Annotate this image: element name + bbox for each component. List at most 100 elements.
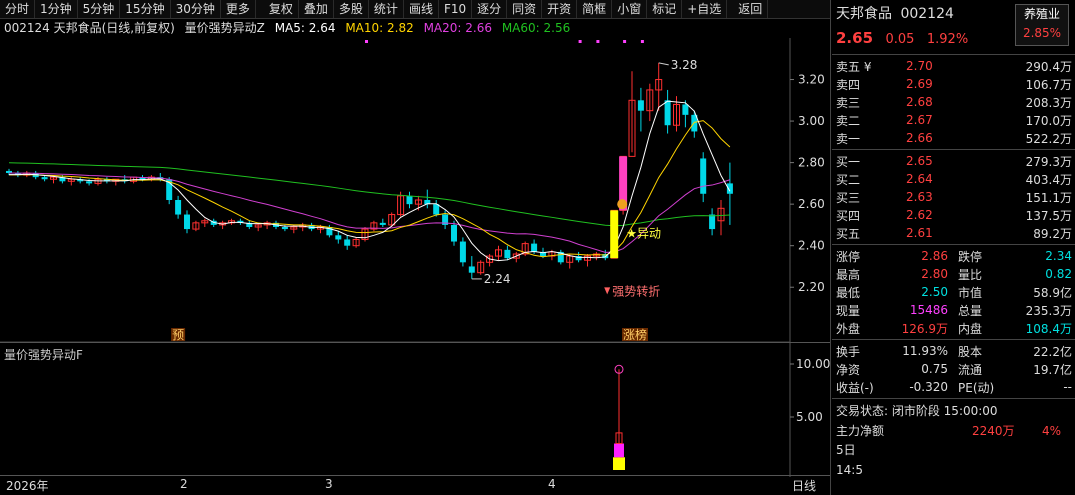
asks-row[interactable]: 卖三 2.68 208.3万 bbox=[836, 93, 1072, 111]
toolbar-tool-3[interactable]: 统计 bbox=[369, 0, 404, 18]
toolbar-tool-9[interactable]: 简框 bbox=[577, 0, 613, 18]
ma10-value: MA10: 2.82 bbox=[345, 21, 414, 35]
toolbar-tool-1[interactable]: 叠加 bbox=[299, 0, 334, 18]
candle-body bbox=[335, 235, 342, 240]
bids-price: 2.65 bbox=[906, 154, 933, 168]
toolbar-tool-10[interactable]: 小窗 bbox=[612, 0, 648, 18]
time-label: 14:5 bbox=[836, 463, 863, 477]
y-tick-label: 3.20 bbox=[798, 73, 825, 87]
stat-label: 收益(-) bbox=[836, 380, 874, 395]
bid-table: 买一 2.65 279.3万 买二 2.64 403.4万 买三 2.63 151.… bbox=[836, 152, 1072, 242]
toolbar-tool-11[interactable]: 标记 bbox=[647, 0, 683, 18]
x-label-daily[interactable]: 日线 bbox=[792, 477, 816, 494]
bids-row[interactable]: 买四 2.62 137.5万 bbox=[836, 206, 1072, 224]
stat-label: PE(动) bbox=[958, 380, 995, 395]
stock-name: 天邦食品 bbox=[836, 6, 892, 22]
toolbar-period-4[interactable]: 30分钟 bbox=[171, 0, 221, 18]
day5-label[interactable]: 5日 bbox=[832, 441, 1075, 459]
toolbar-tool-7[interactable]: 同资 bbox=[507, 0, 543, 18]
asks-row[interactable]: 卖一 2.66 522.2万 bbox=[836, 129, 1072, 147]
stat-label: 量比 bbox=[958, 267, 983, 282]
bids-price: 2.64 bbox=[906, 172, 933, 186]
asks-row[interactable]: 卖二 2.67 170.0万 bbox=[836, 111, 1072, 129]
sub-tick-label: 5.00 bbox=[796, 410, 823, 424]
main-flow-label: 主力净额 bbox=[836, 424, 885, 438]
bids-label: 买四 bbox=[836, 208, 861, 223]
stat-label: 外盘 bbox=[836, 321, 861, 336]
indicator-name[interactable]: 量价强势异动Z bbox=[185, 21, 265, 35]
asks-row[interactable]: 卖四 2.69 106.7万 bbox=[836, 75, 1072, 93]
stat-label: 跌停 bbox=[958, 249, 983, 264]
sep bbox=[832, 244, 1075, 245]
stat-label: 换手 bbox=[836, 344, 861, 359]
bids-row[interactable]: 买五 2.61 89.2万 bbox=[836, 224, 1072, 242]
asks-price: 2.68 bbox=[906, 95, 933, 109]
asks-volume: 290.4万 bbox=[1025, 59, 1072, 74]
sub-indicator-chart[interactable]: 10.00 5.00 bbox=[0, 342, 830, 477]
bids-volume: 403.4万 bbox=[1025, 172, 1072, 187]
asks-volume: 522.2万 bbox=[1025, 131, 1072, 146]
toolbar-tool-0[interactable]: 复权 bbox=[264, 0, 299, 18]
bids-row[interactable]: 买二 2.64 403.4万 bbox=[836, 170, 1072, 188]
asks-row[interactable]: 卖五 ¥ 2.70 290.4万 bbox=[836, 57, 1072, 75]
main-flow-row: 主力净额 2240万 4% bbox=[832, 421, 1075, 441]
sub-tick-label: 10.00 bbox=[796, 357, 830, 371]
toolbar-period-2[interactable]: 5分钟 bbox=[78, 0, 121, 18]
ask-table: 卖五 ¥ 2.70 290.4万 卖四 2.69 106.7万 卖三 2.68 20… bbox=[836, 57, 1072, 147]
candle-body bbox=[726, 183, 733, 194]
bids-price: 2.63 bbox=[906, 190, 933, 204]
bids-volume: 151.1万 bbox=[1025, 190, 1072, 205]
toolbar-tool-2[interactable]: 多股 bbox=[334, 0, 369, 18]
toolbar-tool-12[interactable]: +自选 bbox=[682, 0, 728, 18]
stat-label: 内盘 bbox=[958, 321, 983, 336]
top-dot bbox=[365, 40, 368, 43]
bids-row[interactable]: 买三 2.63 151.1万 bbox=[836, 188, 1072, 206]
main-flow-value: 2240万 bbox=[972, 424, 1015, 438]
candle-body bbox=[459, 241, 466, 263]
asks-volume: 170.0万 bbox=[1025, 113, 1072, 128]
sep bbox=[832, 339, 1075, 340]
toolbar-tool-4[interactable]: 画线 bbox=[404, 0, 439, 18]
toolbar-tool-5[interactable]: F10 bbox=[439, 0, 473, 18]
ma20-value: MA20: 2.66 bbox=[423, 21, 492, 35]
toolbar-period-5[interactable]: 更多 bbox=[221, 0, 256, 18]
toolbar-period-3[interactable]: 15分钟 bbox=[120, 0, 171, 18]
stat-value: 108.4万 bbox=[1025, 321, 1072, 336]
stat2-row: 收益(-) -0.320 PE(动) -- bbox=[836, 378, 1072, 396]
asks-label: 卖三 bbox=[836, 95, 861, 110]
stat-value: 2.34 bbox=[1045, 249, 1072, 263]
stat-value: 0.75 bbox=[921, 362, 948, 376]
kline-chart[interactable]: 3.20 3.00 2.80 2.60 2.40 2.20 3.28 2.24 ★异动强势转折预… bbox=[0, 38, 830, 343]
trade-status: 交易状态: 闭市阶段 15:00:00 bbox=[836, 404, 998, 418]
stats-table: 涨停 2.86 跌停 2.34 最高 2.80 量比 0.82 最低 2.50 市值… bbox=[836, 247, 1072, 337]
toolbar-period-0[interactable]: 分时 bbox=[0, 0, 36, 18]
candle-body bbox=[531, 243, 538, 252]
stat-row: 最低 2.50 市值 58.9亿 bbox=[836, 283, 1072, 301]
bids-price: 2.61 bbox=[906, 226, 933, 240]
y-tick-label: 2.20 bbox=[798, 280, 825, 294]
stat-value: 22.2亿 bbox=[1033, 344, 1072, 359]
back-button[interactable]: 返回 bbox=[733, 0, 769, 18]
asks-label: 卖五 ¥ bbox=[836, 59, 872, 74]
sep bbox=[832, 149, 1075, 150]
candle-body bbox=[86, 181, 93, 184]
low-label: 2.24 bbox=[484, 272, 511, 286]
bids-volume: 137.5万 bbox=[1025, 208, 1072, 223]
sep bbox=[832, 54, 1075, 55]
candle-body bbox=[406, 195, 413, 205]
asks-volume: 208.3万 bbox=[1025, 95, 1072, 110]
stat-row: 外盘 126.9万 内盘 108.4万 bbox=[836, 319, 1072, 337]
code-title: 002124 天邦食品(日线,前复权) bbox=[4, 21, 175, 35]
candle-body bbox=[700, 158, 707, 194]
toolbar-tool-8[interactable]: 开资 bbox=[542, 0, 578, 18]
asks-label: 卖一 bbox=[836, 131, 861, 146]
toolbar-tool-6[interactable]: 逐分 bbox=[472, 0, 508, 18]
bids-label: 买三 bbox=[836, 190, 861, 205]
bids-row[interactable]: 买一 2.65 279.3万 bbox=[836, 152, 1072, 170]
stat-value: 58.9亿 bbox=[1033, 285, 1072, 300]
toolbar-period-1[interactable]: 1分钟 bbox=[35, 0, 78, 18]
stat-value: 235.3万 bbox=[1025, 303, 1072, 318]
stat-value: -- bbox=[1063, 380, 1072, 394]
candle-body bbox=[682, 104, 689, 115]
stat-value: 15486 bbox=[909, 303, 948, 317]
